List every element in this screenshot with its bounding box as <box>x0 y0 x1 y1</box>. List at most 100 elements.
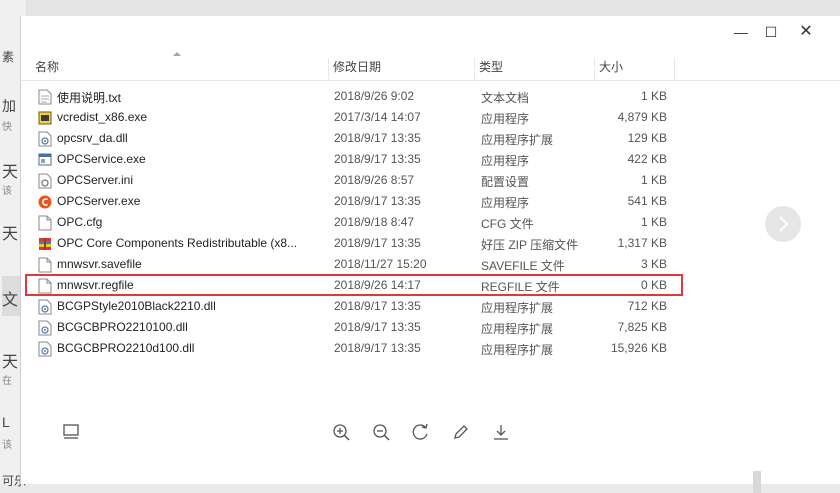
installer-icon <box>38 110 52 126</box>
next-image-button[interactable] <box>765 206 801 242</box>
file-date: 2017/3/14 14:07 <box>334 110 421 124</box>
file-row[interactable]: OPC.cfg 2018/9/18 8:47 CFG 文件 1 KB <box>21 212 840 233</box>
file-date: 2018/9/26 9:02 <box>334 89 415 103</box>
dll-icon <box>38 131 52 147</box>
file-name: vcredist_x86.exe <box>57 110 148 124</box>
file-type: 应用程序扩展 <box>481 343 554 357</box>
file-date: 2018/11/27 15:20 <box>334 257 427 271</box>
file-type: 应用程序 <box>481 196 530 210</box>
file-list: 使用说明.txt 2018/9/26 9:02 文本文档 1 KB vcredist_x… <box>21 86 840 359</box>
file-date: 2018/9/17 13:35 <box>334 320 421 334</box>
maximize-button[interactable]: ☐ <box>756 20 786 44</box>
pencil-icon <box>454 425 468 439</box>
file-type: 应用程序扩展 <box>481 133 554 147</box>
chevron-right-icon <box>779 216 789 232</box>
file-row[interactable]: opcsrv_da.dll 2018/9/17 13:35 应用程序扩展 129 KB <box>21 128 840 149</box>
rotate-icon <box>412 423 428 440</box>
file-date: 2018/9/17 13:35 <box>334 299 421 313</box>
bg-tag: 文 <box>2 292 19 309</box>
file-type: 好压 ZIP 压缩文件 <box>481 238 579 252</box>
file-date: 2018/9/17 13:35 <box>334 194 421 208</box>
file-name: OPC Core Components Redistributable (x8.… <box>57 236 298 250</box>
column-header: 名称 修改日期 类型 大小 <box>21 58 840 81</box>
file-date: 2018/9/18 8:47 <box>334 215 415 229</box>
file-size: 1 KB <box>640 173 667 187</box>
file-type: SAVEFILE 文件 <box>481 259 565 273</box>
file-size: 1,317 KB <box>617 236 667 250</box>
bg-tag: 快 <box>2 122 12 133</box>
column-header-type[interactable]: 类型 <box>475 58 595 80</box>
file-name: opcsrv_da.dll <box>57 131 128 145</box>
bg-tag: 加 <box>2 98 16 114</box>
file-icon <box>38 215 52 231</box>
ini-icon <box>38 173 52 189</box>
file-row[interactable]: vcredist_x86.exe 2017/3/14 14:07 应用程序 4,879… <box>21 107 840 128</box>
file-size: 1 KB <box>640 89 667 103</box>
file-date: 2018/9/17 13:35 <box>334 152 421 166</box>
file-size: 7,825 KB <box>617 320 667 334</box>
file-row[interactable]: OPC Core Components Redistributable (x8.… <box>21 233 840 254</box>
file-name: BCGPStyle2010Black2210.dll <box>57 299 216 313</box>
dll-icon <box>38 299 52 315</box>
thumbnail-view-button[interactable] <box>61 422 81 442</box>
file-row[interactable]: BCGPStyle2010Black2210.dll 2018/9/17 13:3… <box>21 296 840 317</box>
column-header-name[interactable]: 名称 <box>31 58 329 80</box>
rotate-button[interactable] <box>411 422 431 442</box>
file-row[interactable]: OPCServer.ini 2018/9/26 8:57 配置设置 1 KB <box>21 170 840 191</box>
minimize-button[interactable]: — <box>726 20 756 44</box>
file-name: mnwsvr.savefile <box>57 257 142 271</box>
file-type: 文本文档 <box>481 91 530 105</box>
file-type: CFG 文件 <box>481 217 534 231</box>
file-name: OPC.cfg <box>57 215 103 229</box>
dll-icon <box>38 320 52 336</box>
file-size: 422 KB <box>627 152 667 166</box>
zoom-out-button[interactable] <box>371 422 391 442</box>
file-name: OPCServer.exe <box>57 194 141 208</box>
file-date: 2018/9/26 8:57 <box>334 173 415 187</box>
edit-button[interactable] <box>451 422 471 442</box>
bg-tag: 素 <box>2 50 15 64</box>
highlight-box <box>25 274 683 296</box>
dll-icon <box>38 341 52 357</box>
file-type: 应用程序扩展 <box>481 322 554 336</box>
bg-tag: 在 <box>2 376 12 387</box>
download-icon <box>494 425 508 440</box>
zoom-in-icon <box>333 424 350 441</box>
file-icon <box>38 257 52 273</box>
zoom-in-button[interactable] <box>331 422 351 442</box>
file-date: 2018/9/17 13:35 <box>334 131 421 145</box>
file-type: 应用程序扩展 <box>481 301 554 315</box>
column-header-size[interactable]: 大小 <box>595 58 675 80</box>
file-row[interactable]: OPCServer.exe 2018/9/17 13:35 应用程序 541 KB <box>21 191 840 212</box>
file-type: 应用程序 <box>481 154 530 168</box>
file-name: OPCServer.ini <box>57 173 134 187</box>
file-name: 使用说明.txt <box>57 91 122 105</box>
file-row[interactable]: 使用说明.txt 2018/9/26 9:02 文本文档 1 KB <box>21 86 840 107</box>
file-row[interactable]: OPCService.exe 2018/9/17 13:35 应用程序 422 KB <box>21 149 840 170</box>
file-name: BCGCBPRO2210100.dll <box>57 320 188 334</box>
column-header-date[interactable]: 修改日期 <box>329 58 475 80</box>
close-button[interactable]: ✕ <box>791 20 821 44</box>
file-type: 配置设置 <box>481 175 530 189</box>
file-row[interactable]: BCGCBPRO2210d100.dll 2018/9/17 13:35 应用程序扩… <box>21 338 840 359</box>
bg-tag: 天 <box>2 226 19 243</box>
download-button[interactable] <box>491 422 511 442</box>
zip-icon <box>38 236 52 252</box>
file-size: 712 KB <box>627 299 667 313</box>
file-row[interactable]: mnwsvr.savefile 2018/11/27 15:20 SAVEFILE … <box>21 254 840 275</box>
bg-tag: 天 <box>2 164 19 181</box>
scroll-handle[interactable] <box>753 471 761 493</box>
bg-tag: 该 <box>2 440 12 451</box>
file-name: BCGCBPRO2210d100.dll <box>57 341 195 355</box>
file-size: 129 KB <box>627 131 667 145</box>
file-size: 3 KB <box>640 257 667 271</box>
background-window-top <box>0 0 840 16</box>
text-file-icon <box>38 89 52 105</box>
opc-app-icon <box>38 194 52 210</box>
bg-tag: L <box>2 414 10 430</box>
file-type: 应用程序 <box>481 112 530 126</box>
file-size: 4,879 KB <box>617 110 667 124</box>
thumbnail-icon <box>63 424 79 439</box>
file-row[interactable]: BCGCBPRO2210100.dll 2018/9/17 13:35 应用程序扩展… <box>21 317 840 338</box>
file-size: 15,926 KB <box>610 341 667 355</box>
